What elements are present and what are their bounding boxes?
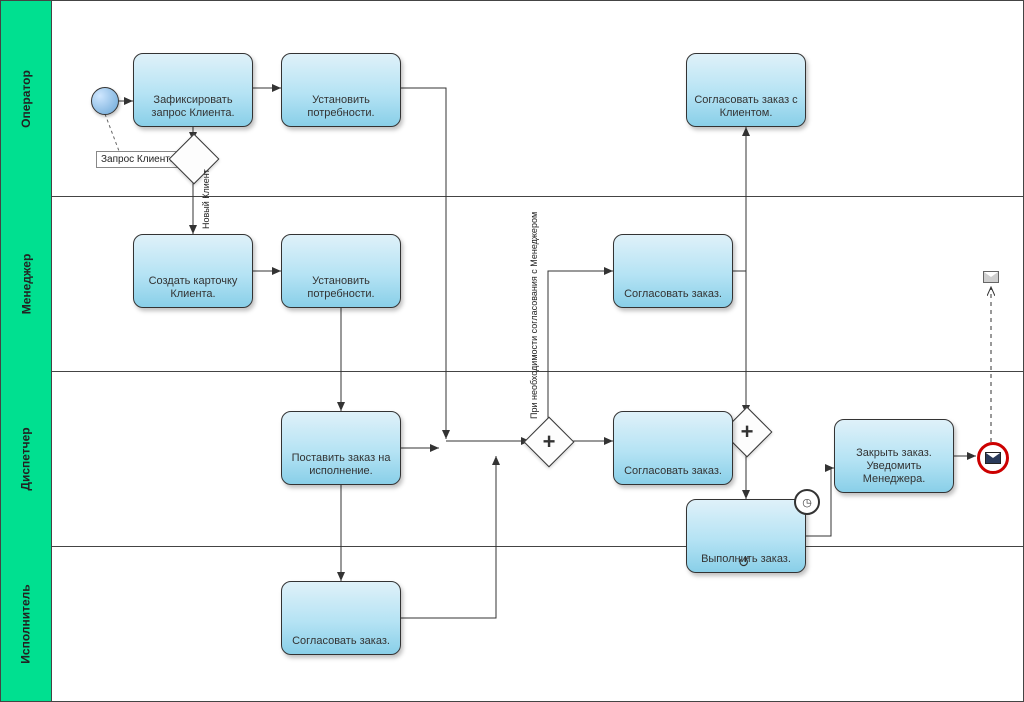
task-label: Зафиксировать запрос Клиента. bbox=[140, 94, 246, 120]
task-label: Согласовать заказ. bbox=[292, 635, 390, 648]
task-close-order: Закрыть заказ. Уведомить Менеджера. bbox=[834, 419, 954, 493]
task-agree-order-exec: Согласовать заказ. bbox=[281, 581, 401, 655]
edge-label-need-manager: При необходимости согласования с Менедже… bbox=[529, 239, 539, 419]
start-event bbox=[91, 87, 119, 115]
task-agree-order-disp: Согласовать заказ. bbox=[613, 411, 733, 485]
task-put-order: Поставить заказ на исполнение. bbox=[281, 411, 401, 485]
bpmn-diagram: Оператор Менеджер Диспетчер Исполнитель bbox=[0, 0, 1024, 702]
task-label: Согласовать заказ. bbox=[624, 465, 722, 478]
task-set-needs-1: Установить потребности. bbox=[281, 53, 401, 127]
task-set-needs-2: Установить потребности. bbox=[281, 234, 401, 308]
start-annotation: Запрос Клиента bbox=[96, 151, 179, 168]
lane-operator: Оператор bbox=[1, 1, 52, 196]
task-label: Создать карточку Клиента. bbox=[140, 275, 246, 301]
task-create-card: Создать карточку Клиента. bbox=[133, 234, 253, 308]
lane-label: Оператор bbox=[19, 70, 33, 128]
task-label: Поставить заказ на исполнение. bbox=[288, 452, 394, 478]
lane-label: Диспетчер bbox=[19, 427, 33, 490]
lane-manager: Менеджер bbox=[1, 196, 52, 371]
edge-label-new-client: Новый Клиент bbox=[201, 169, 211, 229]
message-event-icon bbox=[983, 271, 999, 283]
task-agree-client: Согласовать заказ с Клиентом. bbox=[686, 53, 806, 127]
gateway-parallel-split: + bbox=[524, 417, 575, 468]
end-message-event bbox=[977, 442, 1009, 474]
lane-label: Менеджер bbox=[19, 253, 33, 314]
gateway-exclusive bbox=[169, 134, 220, 185]
task-label: Согласовать заказ с Клиентом. bbox=[693, 94, 799, 120]
task-label: Согласовать заказ. bbox=[624, 288, 722, 301]
annotation-text: Запрос Клиента bbox=[101, 154, 175, 165]
task-fix-request: Зафиксировать запрос Клиента. bbox=[133, 53, 253, 127]
envelope-icon bbox=[985, 452, 1001, 464]
task-label: Закрыть заказ. Уведомить Менеджера. bbox=[841, 447, 947, 486]
lane-label: Исполнитель bbox=[19, 584, 33, 663]
task-label: Установить потребности. bbox=[288, 275, 394, 301]
task-agree-order-mgr: Согласовать заказ. bbox=[613, 234, 733, 308]
timer-event-icon: ◷ bbox=[794, 489, 820, 515]
lane-executor: Исполнитель bbox=[1, 546, 52, 701]
task-label: Установить потребности. bbox=[288, 94, 394, 120]
lane-dispatcher: Диспетчер bbox=[1, 371, 52, 546]
loop-marker-icon: ↺ bbox=[738, 554, 750, 571]
